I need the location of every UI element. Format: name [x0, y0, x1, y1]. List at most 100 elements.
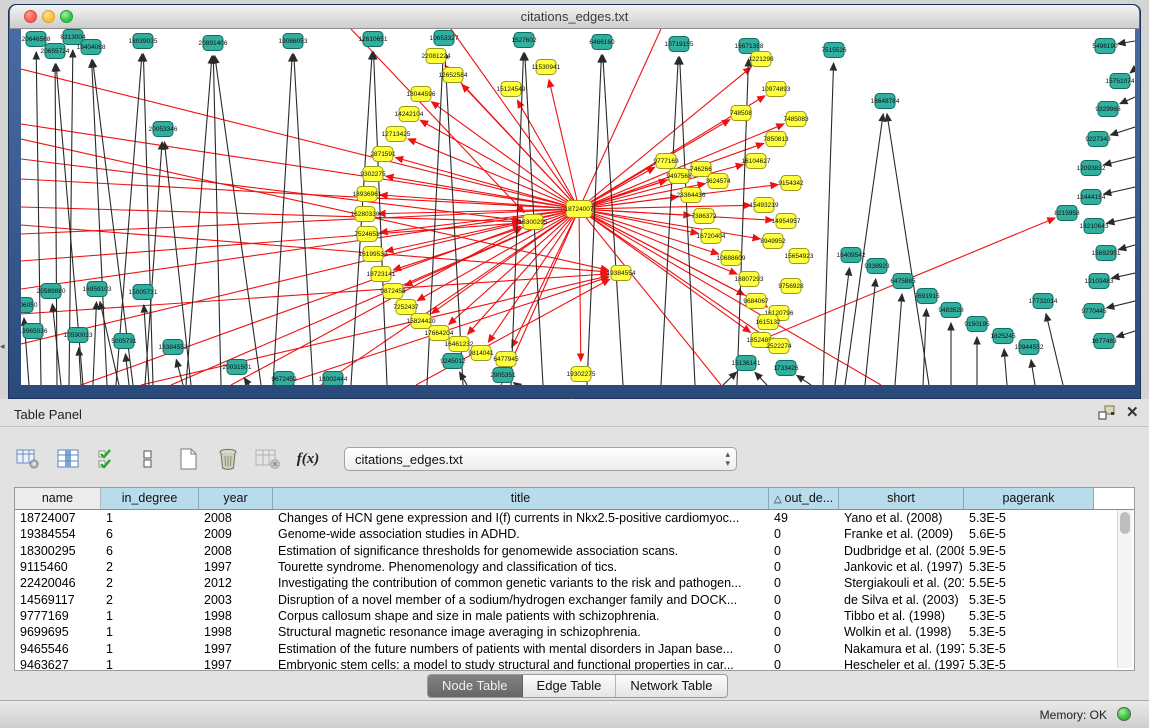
graph-edge-black[interactable] — [1118, 41, 1135, 44]
graph-edge-black[interactable] — [1046, 314, 1063, 385]
graph-edge-black[interactable] — [92, 60, 107, 385]
table-row[interactable]: 1938455462009Genome-wide association stu… — [15, 526, 1134, 542]
graph-node-label: 19965036 — [21, 328, 48, 335]
close-panel-icon[interactable]: ✕ — [1126, 403, 1139, 421]
table-row[interactable]: 1456911722003Disruption of a novel membe… — [15, 591, 1134, 607]
table-row[interactable]: 1872400712008Changes of HCN gene express… — [15, 510, 1134, 526]
cell-year: 1997 — [199, 658, 273, 671]
table-row[interactable]: 977716911998Corpus callosum shape and si… — [15, 608, 1134, 624]
graph-edge-black[interactable] — [1104, 157, 1135, 165]
column-header-short[interactable]: short — [839, 488, 964, 509]
graph-edge-black[interactable] — [215, 56, 261, 385]
tab-node-table[interactable]: Node Table — [428, 675, 523, 697]
table-row[interactable]: 946554611997Estimation of the future num… — [15, 640, 1134, 656]
graph-edge-red[interactable] — [21, 223, 520, 261]
graph-edge-black[interactable] — [1130, 69, 1135, 73]
cell-in-degree: 6 — [101, 527, 199, 541]
graph-node-label: 17732014 — [1029, 298, 1058, 305]
graph-edge-black[interactable] — [895, 294, 902, 385]
graph-edge-red[interactable] — [579, 29, 661, 209]
column-visibility-icon[interactable] — [54, 445, 82, 473]
graph-edge-red[interactable] — [579, 209, 581, 361]
tab-network-table[interactable]: Network Table — [616, 675, 726, 697]
graph-edge-black[interactable] — [823, 63, 834, 385]
graph-edge-black[interactable] — [661, 57, 678, 385]
graph-edge-black[interactable] — [1104, 187, 1135, 194]
window-titlebar[interactable]: citations_edges.txt — [10, 5, 1139, 29]
cell-out-de-: 0 — [769, 625, 839, 639]
graph-edge-red[interactable] — [549, 80, 579, 209]
graph-edge-black[interactable] — [1107, 301, 1135, 308]
graph-node-label: 12610651 — [359, 36, 388, 43]
column-header-pagerank[interactable]: pagerank — [964, 488, 1094, 509]
graph-edge-black[interactable] — [797, 375, 811, 385]
column-header-title[interactable]: title — [273, 488, 769, 509]
table-tab-group: Node TableEdge TableNetwork Table — [427, 674, 728, 698]
graph-edge-black[interactable] — [755, 372, 767, 385]
table-row[interactable]: 969969511998Structural magnetic resonanc… — [15, 624, 1134, 640]
table-row[interactable]: 1830029562008Estimation of significance … — [15, 543, 1134, 559]
table-row[interactable]: 2242004622012Investigating the contribut… — [15, 575, 1134, 591]
tab-edge-table[interactable]: Edge Table — [523, 675, 617, 697]
column-header-year[interactable]: year — [199, 488, 273, 509]
delete-column-icon[interactable] — [214, 445, 242, 473]
table-scrollbar-thumb[interactable] — [1120, 512, 1130, 534]
graph-edge-red[interactable] — [393, 209, 579, 270]
graph-edge-black[interactable] — [1031, 360, 1035, 385]
graph-edge-black[interactable] — [1107, 217, 1135, 223]
row-height-icon[interactable] — [134, 445, 162, 473]
delete-table-icon[interactable] — [254, 445, 282, 473]
select-columns-icon[interactable] — [94, 445, 122, 473]
cell-in-degree: 1 — [101, 609, 199, 623]
graph-edge-black[interactable] — [1112, 273, 1135, 278]
graph-edge-black[interactable] — [1004, 349, 1007, 385]
new-column-icon[interactable] — [174, 445, 202, 473]
table-toolbar: f(x) citations_edges.txt ▴▾ — [14, 443, 737, 475]
graph-edge-black[interactable] — [1120, 97, 1135, 104]
graph-edge-red[interactable] — [21, 159, 520, 220]
float-panel-icon[interactable] — [1098, 405, 1116, 421]
graph-edge-red[interactable] — [21, 179, 579, 209]
network-table-select-value: citations_edges.txt — [355, 452, 463, 467]
graph-edge-black[interactable] — [93, 302, 96, 385]
graph-edge-black[interactable] — [186, 56, 212, 385]
table-scrollbar[interactable] — [1117, 510, 1132, 668]
graph-edge-red[interactable] — [396, 158, 579, 209]
table-row[interactable]: 911546021997Tourette syndrome. Phenomeno… — [15, 559, 1134, 575]
network-svg[interactable]: 2064656820655724831300419404068180390352… — [21, 29, 1135, 385]
graph-edge-black[interactable] — [1116, 331, 1135, 337]
graph-edge-red[interactable] — [21, 225, 608, 272]
graph-edge-red[interactable] — [21, 207, 520, 222]
network-view[interactable]: 2064656820655724831300419404068180390352… — [21, 29, 1135, 385]
graph-node-label: 22081224 — [422, 53, 451, 60]
graph-edge-black[interactable] — [244, 378, 249, 385]
graph-edge-black[interactable] — [723, 372, 737, 385]
cell-out-de-: 0 — [769, 576, 839, 590]
memory-ok-icon[interactable] — [1117, 707, 1131, 721]
column-header-in-degree[interactable]: in_degree — [101, 488, 199, 509]
graph-node-label: 19404068 — [77, 44, 106, 51]
graph-edge-black[interactable] — [514, 383, 517, 385]
function-builder-icon[interactable]: f(x) — [294, 445, 322, 473]
table-settings-icon[interactable] — [14, 445, 42, 473]
column-header-name[interactable]: name — [15, 488, 101, 509]
graph-edge-black[interactable] — [887, 114, 929, 385]
cell-in-degree: 1 — [101, 625, 199, 639]
graph-edge-red[interactable] — [579, 209, 881, 385]
cell-out-de-: 0 — [769, 642, 839, 656]
graph-edge-black[interactable] — [1110, 127, 1135, 135]
graph-node-label: 16648784 — [871, 98, 900, 105]
graph-edge-red[interactable] — [517, 100, 579, 209]
graph-edge-black[interactable] — [294, 54, 313, 385]
graph-edge-black[interactable] — [273, 54, 292, 385]
graph-edge-black[interactable] — [1119, 245, 1135, 250]
graph-node-label: 9777169 — [653, 158, 679, 165]
collapse-panel-icon[interactable]: ◂ — [0, 341, 5, 352]
column-header-out-de-[interactable]: △out_de... — [769, 488, 839, 509]
graph-edge-red[interactable] — [21, 274, 608, 314]
cell-name: 19384554 — [15, 527, 101, 541]
graph-edge-red[interactable] — [21, 69, 579, 209]
table-row[interactable]: 946362711997Embryonic stem cells: a mode… — [15, 657, 1134, 671]
graph-edge-black[interactable] — [125, 354, 129, 385]
network-table-select[interactable]: citations_edges.txt ▴▾ — [344, 447, 737, 471]
